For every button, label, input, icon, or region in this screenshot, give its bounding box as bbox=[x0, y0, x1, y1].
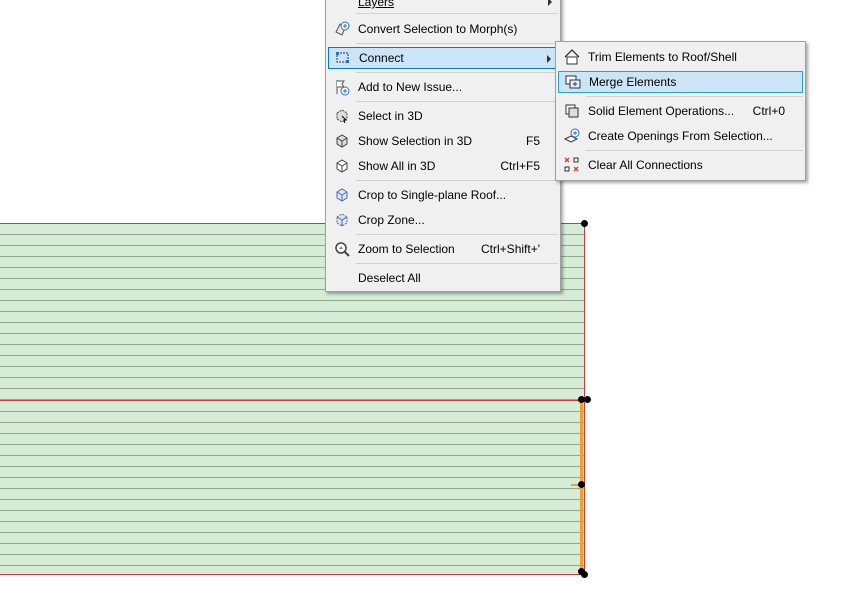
submenu-arrow-icon bbox=[547, 55, 551, 63]
menu-item-layers[interactable]: Layers bbox=[328, 0, 558, 13]
menu-separator bbox=[356, 72, 558, 73]
submenu-item-clear-all-connections[interactable]: Clear All Connections bbox=[558, 154, 803, 176]
submenu-item-merge-elements[interactable]: Merge Elements bbox=[558, 71, 803, 93]
menu-separator bbox=[356, 43, 558, 44]
connect-submenu: Trim Elements to Roof/Shell Merge Elemen… bbox=[555, 41, 806, 181]
menu-separator bbox=[356, 101, 558, 102]
show-selection-3d-icon bbox=[331, 131, 353, 151]
context-menu: Layers Convert Selection to Morph(s) Con… bbox=[325, 0, 561, 292]
corner-node[interactable] bbox=[581, 220, 588, 227]
clear-connections-icon bbox=[561, 155, 583, 175]
trim-roof-icon bbox=[561, 47, 583, 67]
merge-elements-icon bbox=[562, 72, 584, 92]
create-openings-icon bbox=[561, 126, 583, 146]
menu-item-zoom-to-selection[interactable]: Zoom to Selection Ctrl+Shift+' bbox=[328, 238, 558, 260]
menu-item-connect[interactable]: Connect bbox=[328, 47, 558, 69]
morph-convert-icon bbox=[331, 19, 353, 39]
issue-add-icon bbox=[331, 77, 353, 97]
menu-item-crop-zone[interactable]: Crop Zone... bbox=[328, 209, 558, 231]
menu-separator bbox=[356, 180, 558, 181]
zoom-selection-icon bbox=[331, 239, 353, 259]
submenu-arrow-icon bbox=[548, 0, 552, 6]
connect-icon bbox=[332, 48, 354, 68]
menu-item-show-selection-in-3d[interactable]: Show Selection in 3D F5 bbox=[328, 130, 558, 152]
menu-separator bbox=[356, 13, 558, 14]
menu-item-select-in-3d[interactable]: Select in 3D bbox=[328, 105, 558, 127]
submenu-item-solid-element-operations[interactable]: Solid Element Operations... Ctrl+0 bbox=[558, 100, 803, 122]
menu-separator bbox=[586, 150, 803, 151]
select-3d-icon bbox=[331, 106, 353, 126]
menu-item-add-to-new-issue[interactable]: Add to New Issue... bbox=[328, 76, 558, 98]
submenu-item-trim-elements[interactable]: Trim Elements to Roof/Shell bbox=[558, 46, 803, 68]
corner-node[interactable] bbox=[581, 571, 588, 578]
solid-operations-icon bbox=[561, 101, 583, 121]
menu-separator bbox=[356, 234, 558, 235]
show-all-3d-icon bbox=[331, 156, 353, 176]
menu-item-crop-to-single-plane-roof[interactable]: Crop to Single-plane Roof... bbox=[328, 184, 558, 206]
crop-zone-icon bbox=[331, 210, 353, 230]
menu-item-deselect-all[interactable]: Deselect All bbox=[328, 267, 558, 289]
corner-node[interactable] bbox=[584, 396, 591, 403]
submenu-item-create-openings[interactable]: Create Openings From Selection... bbox=[558, 125, 803, 147]
slab-element-bottom[interactable] bbox=[0, 400, 585, 575]
menu-item-convert-to-morph[interactable]: Convert Selection to Morph(s) bbox=[328, 18, 558, 40]
menu-separator bbox=[586, 96, 803, 97]
menu-item-show-all-in-3d[interactable]: Show All in 3D Ctrl+F5 bbox=[328, 155, 558, 177]
crop-roof-icon bbox=[331, 185, 353, 205]
menu-separator bbox=[356, 263, 558, 264]
midpoint-node[interactable] bbox=[578, 481, 585, 488]
layers-icon bbox=[331, 0, 353, 12]
